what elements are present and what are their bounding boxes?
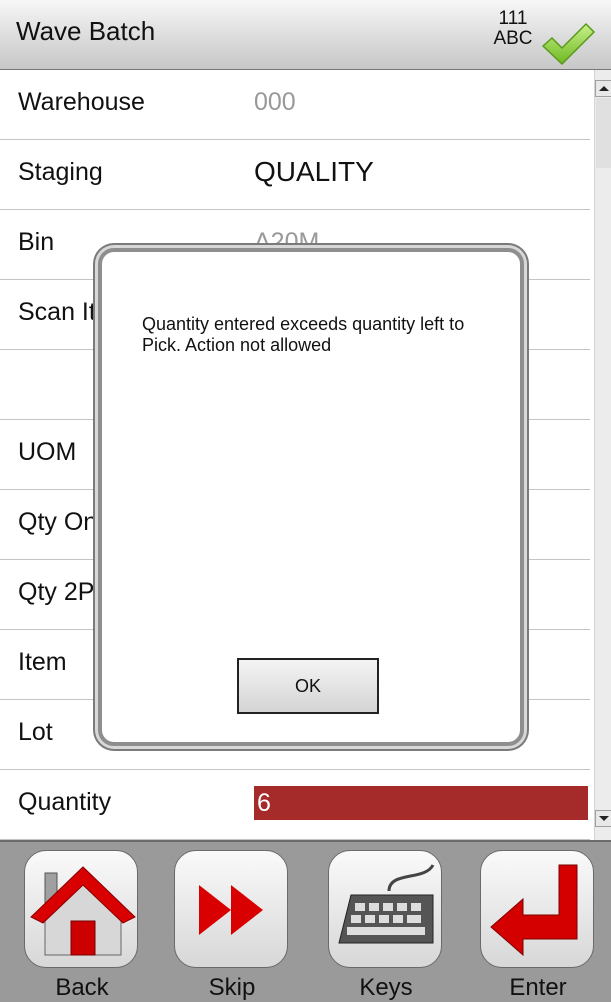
fast-forward-icon: [199, 885, 263, 935]
scrollbar-thumb[interactable]: [596, 98, 611, 168]
keys-label: Keys: [359, 974, 413, 1001]
field-row-warehouse: Warehouse 000: [0, 70, 590, 140]
keys-button[interactable]: Keys: [326, 850, 446, 1001]
home-icon: [30, 866, 136, 956]
arrow-up-icon: [599, 86, 609, 91]
back-button-face: [24, 850, 138, 968]
qty-to-pick-label: Qty 2P: [18, 578, 95, 606]
uom-label: UOM: [18, 438, 77, 466]
enter-arrow-icon: [490, 864, 578, 957]
error-dialog: Quantity entered exceeds quantity left t…: [98, 248, 524, 746]
bottom-toolbar: Back Skip Keys Enter: [0, 840, 611, 1002]
back-label: Back: [55, 974, 109, 1001]
quantity-label: Quantity: [18, 788, 112, 816]
keys-button-face: [328, 850, 442, 968]
warehouse-value: 000: [254, 88, 296, 116]
scan-item-label: Scan It: [18, 298, 96, 326]
ok-button[interactable]: OK: [237, 658, 379, 714]
screen-title: Wave Batch: [16, 16, 156, 46]
enter-label: Enter: [509, 974, 567, 1001]
staging-value: QUALITY: [254, 156, 374, 187]
keyboard-icon: [338, 864, 435, 944]
qty-on-hand-label: Qty On: [18, 508, 98, 536]
arrow-down-icon: [599, 816, 609, 821]
bin-label: Bin: [18, 228, 55, 256]
dialog-message: Quantity entered exceeds quantity left t…: [142, 314, 465, 355]
item-label: Item: [18, 648, 67, 676]
enter-button[interactable]: Enter: [478, 850, 598, 1001]
skip-label: Skip: [208, 974, 256, 1001]
checkmark-icon[interactable]: [540, 20, 596, 68]
lot-label: Lot: [18, 718, 53, 746]
field-row-quantity: Quantity 6: [0, 770, 590, 840]
vertical-scrollbar[interactable]: [594, 70, 611, 840]
scroll-down-button[interactable]: [595, 810, 611, 827]
scroll-up-button[interactable]: [595, 80, 611, 97]
enter-button-face: [480, 850, 594, 968]
skip-button-face: [174, 850, 288, 968]
back-button[interactable]: Back: [22, 850, 142, 1001]
mode-number-label: 111: [498, 8, 528, 29]
field-row-staging: Staging QUALITY: [0, 140, 590, 210]
quantity-input[interactable]: 6: [254, 786, 588, 820]
mode-letters-label: ABC: [493, 28, 533, 49]
input-mode-indicator[interactable]: 111 ABC: [488, 9, 538, 49]
title-bar: Wave Batch 111 ABC: [0, 0, 611, 70]
warehouse-label: Warehouse: [18, 88, 145, 116]
skip-button[interactable]: Skip: [172, 850, 292, 1001]
staging-label: Staging: [18, 158, 103, 186]
